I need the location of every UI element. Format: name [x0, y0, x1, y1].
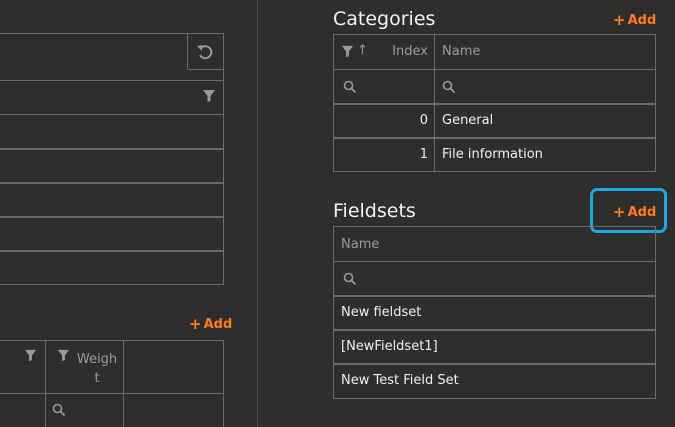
fieldsets-title: Fieldsets [333, 200, 416, 222]
search-icon[interactable] [442, 80, 456, 94]
row-index: 0 [419, 113, 428, 128]
name-column-header[interactable]: Name [442, 44, 480, 59]
fieldsets-add-button[interactable]: + Add [613, 202, 656, 221]
plus-icon: + [613, 202, 626, 221]
table-row[interactable]: New Test Field Set [334, 365, 655, 398]
plus-icon: + [613, 10, 626, 29]
search-icon [52, 403, 66, 417]
categories-add-button[interactable]: + Add [613, 10, 656, 29]
left-add-button[interactable]: + Add [189, 314, 232, 333]
row-index: 1 [419, 147, 428, 162]
search-icon[interactable] [343, 272, 357, 286]
row-name: New fieldset [341, 305, 422, 320]
table-row[interactable]: 1 File information [334, 139, 655, 171]
left-panel: + Add Weigh t [0, 0, 258, 427]
undo-icon[interactable] [195, 42, 215, 62]
search-icon[interactable] [343, 80, 357, 94]
filter-icon[interactable] [57, 349, 70, 362]
sort-asc-icon[interactable]: ↑ [357, 43, 368, 58]
table-row[interactable]: New fieldset [334, 297, 655, 329]
index-column-header[interactable]: Index [384, 44, 428, 59]
fieldsets-table: Name New fieldset [NewFieldset1] New Tes… [333, 226, 656, 399]
plus-icon: + [189, 314, 202, 333]
categories-title: Categories [333, 8, 436, 30]
filter-icon[interactable] [341, 45, 354, 58]
row-name: [NewFieldset1] [341, 339, 438, 354]
categories-table: ↑ Index Name 0 General 1 File informatio… [333, 34, 656, 172]
filter-icon[interactable] [24, 349, 37, 362]
row-name: File information [442, 147, 543, 162]
weight-column-header[interactable]: Weigh t [74, 350, 120, 388]
table-row[interactable]: 0 General [334, 105, 655, 137]
row-name: General [442, 113, 494, 128]
panel-divider [257, 0, 258, 427]
table-row[interactable]: [NewFieldset1] [334, 331, 655, 363]
row-name: New Test Field Set [341, 373, 459, 388]
filter-icon[interactable] [202, 89, 216, 103]
name-column-header[interactable]: Name [341, 237, 379, 252]
